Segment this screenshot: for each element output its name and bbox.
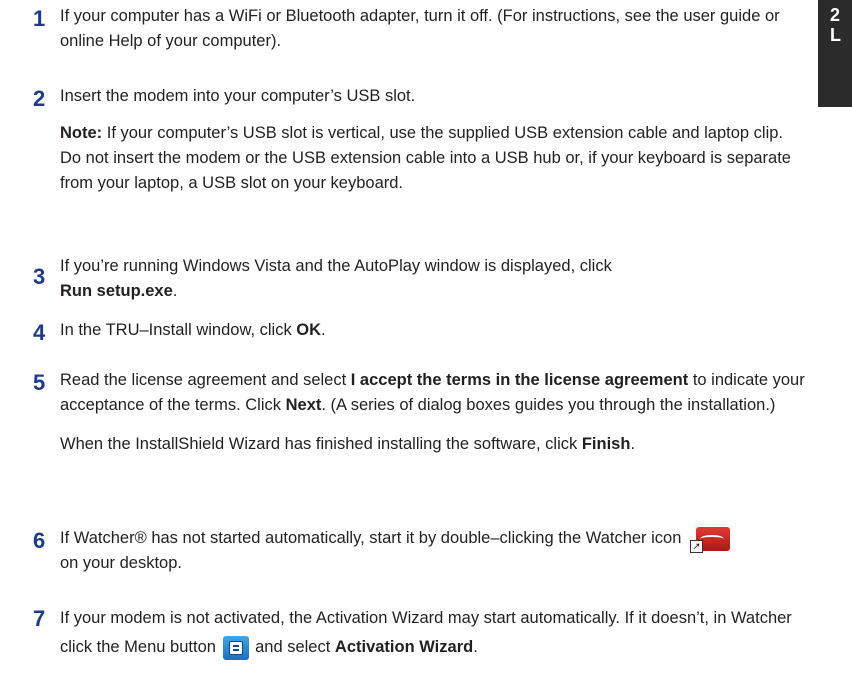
step-7-paragraph: If your modem is not activated, the Acti… xyxy=(60,604,820,662)
step-6-paragraph: If Watcher® has not started automaticall… xyxy=(60,526,820,576)
step-5-paragraph: Read the license agreement and select I … xyxy=(60,368,820,418)
step-text: Insert the modem into your computer’s US… xyxy=(60,84,820,196)
step-5-text-a: Read the license agreement and select xyxy=(60,371,351,389)
step-4-period: . xyxy=(321,321,326,339)
step-5-finish-text: When the InstallShield Wizard has finish… xyxy=(60,435,582,453)
step-number: 2 xyxy=(33,86,46,111)
step-text: If your computer has a WiFi or Bluetooth… xyxy=(60,4,820,54)
step-4-paragraph: In the TRU–Install window, click OK. xyxy=(60,318,820,343)
step-7-period: . xyxy=(473,638,478,656)
step-3-paragraph: If you’re running Windows Vista and the … xyxy=(60,254,820,304)
step-3-text: If you’re running Windows Vista and the … xyxy=(60,257,612,275)
step-number: 7 xyxy=(33,606,46,631)
step-number: 4 xyxy=(33,320,46,345)
step-2-paragraph: Insert the modem into your computer’s US… xyxy=(60,87,416,105)
step-number: 5 xyxy=(33,370,46,395)
side-tab-line1: 2 xyxy=(830,5,841,25)
chapter-side-tab: 2 L xyxy=(818,0,852,107)
step-6-text: If Watcher® has not started automaticall… xyxy=(60,529,686,547)
watcher-app-icon: ↗ xyxy=(690,526,730,553)
step-text: Read the license agreement and select I … xyxy=(60,368,820,457)
step-number: 3 xyxy=(33,264,46,289)
step-7-text-mid: and select xyxy=(250,638,335,656)
step-4-text: In the TRU–Install window, click xyxy=(60,321,297,339)
step-text: If your modem is not activated, the Acti… xyxy=(60,604,820,662)
step-2-note: Note: If your computer’s USB slot is ver… xyxy=(60,121,820,146)
step-text: If Watcher® has not started automaticall… xyxy=(60,526,820,576)
step-number: 1 xyxy=(33,6,46,31)
step-5-finish-period: . xyxy=(630,435,636,453)
step-5-text-c: . (A series of dialog boxes guides you t… xyxy=(321,396,776,414)
step-2-note-continued: Do not insert the modem or the USB exten… xyxy=(60,149,791,192)
menu-button-icon xyxy=(222,635,249,660)
step-text: If you’re running Windows Vista and the … xyxy=(60,254,820,304)
step-1-paragraph: If your computer has a WiFi or Bluetooth… xyxy=(60,7,780,50)
step-text: In the TRU–Install window, click OK. xyxy=(60,318,820,343)
step-5-option: I accept the terms in the license agreem… xyxy=(350,371,689,389)
step-number: 6 xyxy=(33,528,46,553)
side-tab-line2: L xyxy=(830,24,841,45)
step-3-action: Run setup.exe xyxy=(60,282,173,300)
step-7-action: Activation Wizard xyxy=(334,638,474,656)
note-label: Note: xyxy=(60,124,103,142)
step-3-period: . xyxy=(172,282,178,300)
step-5-next: Next xyxy=(285,396,322,414)
note-text: If your computer’s USB slot is vertical,… xyxy=(102,124,783,142)
step-6-text-end: on your desktop. xyxy=(60,554,182,572)
step-5-finish: Finish xyxy=(581,435,631,453)
step-5-paragraph-2: When the InstallShield Wizard has finish… xyxy=(60,432,820,457)
step-4-action: OK xyxy=(296,321,322,339)
